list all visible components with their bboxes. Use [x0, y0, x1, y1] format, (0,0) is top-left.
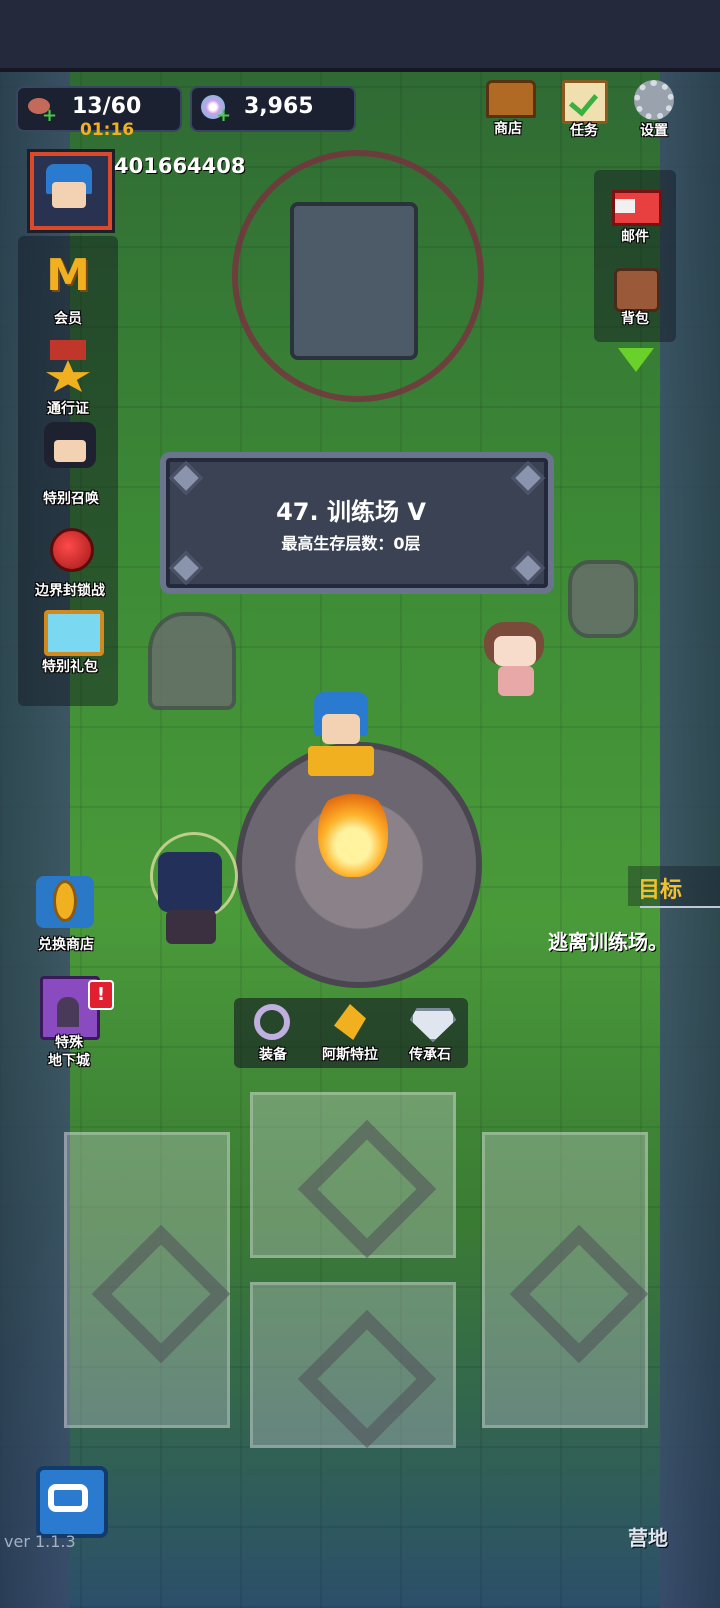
- pot-right: [568, 560, 638, 638]
- equipment-button[interactable]: 装备: [240, 1000, 306, 1066]
- vip-m-icon: M: [46, 250, 90, 301]
- shop-button[interactable]: 商店: [478, 76, 538, 142]
- gem-icon: +: [198, 92, 231, 125]
- swap-arrows-icon: [48, 1484, 88, 1512]
- camp-label[interactable]: 营地: [628, 1522, 668, 1551]
- vip-button[interactable]: M 会员: [24, 248, 112, 330]
- status-bar-area: [0, 0, 720, 72]
- player-avatar[interactable]: [30, 152, 112, 230]
- legacy-stone-label: 传承石: [409, 1047, 451, 1063]
- treasure-chest-icon: [486, 80, 536, 118]
- diamond-icon: [410, 1008, 456, 1042]
- stamina-value: 13/60: [72, 94, 142, 119]
- astra-star-icon: [334, 1004, 366, 1040]
- medal-ribbon-icon: [50, 340, 86, 360]
- mail-button[interactable]: 邮件: [600, 182, 670, 248]
- mail-icon: [612, 190, 662, 226]
- notification-badge-icon: !: [88, 980, 114, 1010]
- astra-button[interactable]: 阿斯特拉: [312, 1000, 388, 1066]
- settings-button[interactable]: 设置: [626, 76, 682, 142]
- special-pack-label: 特别礼包: [42, 659, 98, 675]
- backpack-icon: [614, 268, 660, 312]
- stamina-timer: 01:16: [80, 120, 135, 140]
- bonfire-icon: [318, 787, 388, 877]
- pot-left: [148, 612, 236, 710]
- level-banner: 47. 训练场 V 最高生存层数：0层: [160, 452, 554, 594]
- level-subtitle: 最高生存层数：0层: [281, 534, 421, 553]
- objective-header-panel: 目标: [628, 866, 720, 906]
- exchange-shop-button[interactable]: 兑换商店: [24, 870, 108, 958]
- ring-equipment-icon: [254, 1004, 290, 1040]
- border-blockade-button[interactable]: 边界封锁战: [20, 526, 120, 602]
- version-label: ver 1.1.3: [4, 1532, 76, 1551]
- legacy-stone-button[interactable]: 传承石: [396, 1000, 464, 1066]
- level-title: 47. 训练场 V: [276, 498, 426, 526]
- special-summon-button[interactable]: 特别召唤: [24, 420, 118, 508]
- bag-button[interactable]: 背包: [600, 264, 670, 330]
- equipment-label: 装备: [259, 1047, 287, 1063]
- dpad-left-button[interactable]: [64, 1132, 231, 1428]
- exchange-shop-label: 兑换商店: [38, 937, 94, 953]
- dpad-down-button[interactable]: [250, 1282, 456, 1449]
- mail-label: 邮件: [621, 229, 649, 245]
- quest-label: 任务: [570, 123, 598, 139]
- checklist-icon: [562, 80, 608, 124]
- gift-chest-icon: [44, 610, 104, 656]
- astra-label: 阿斯特拉: [322, 1047, 378, 1063]
- star-medal-icon: [46, 360, 90, 392]
- pass-button[interactable]: 通行证: [24, 336, 112, 418]
- coin-shop-icon: [36, 876, 94, 928]
- gear-icon: [634, 80, 674, 120]
- special-dungeon-label: 特殊 地下城: [48, 1035, 90, 1069]
- npc-girl-sprite[interactable]: [480, 602, 560, 702]
- portal-shrine: [290, 202, 418, 360]
- objective-header: 目标: [638, 878, 683, 903]
- objective-text: 逃离训练场。: [548, 930, 668, 954]
- gems-value: 3,965: [244, 94, 314, 119]
- red-orb-icon: [50, 528, 94, 572]
- border-blockade-label: 边界封锁战: [35, 583, 105, 599]
- bag-label: 背包: [621, 311, 649, 327]
- summon-character-icon: [44, 422, 96, 468]
- gems-panel[interactable]: + 3,965: [190, 86, 356, 132]
- switch-mode-button[interactable]: [36, 1466, 108, 1538]
- meat-icon: +: [24, 92, 57, 125]
- npc-cat-sprite[interactable]: [146, 832, 238, 952]
- special-pack-button[interactable]: 特别礼包: [24, 606, 116, 686]
- vip-label: 会员: [54, 311, 82, 327]
- objective-divider: [640, 906, 720, 908]
- shop-label: 商店: [494, 121, 522, 137]
- dpad-up-button[interactable]: [250, 1092, 456, 1259]
- hero-sprite[interactable]: [300, 692, 382, 782]
- settings-label: 设置: [640, 123, 668, 139]
- special-dungeon-button[interactable]: ! 特殊 地下城: [24, 970, 114, 1076]
- dpad-right-button[interactable]: [482, 1132, 649, 1428]
- quest-button[interactable]: 任务: [556, 76, 612, 142]
- player-id: 401664408: [114, 154, 246, 178]
- special-summon-label: 特别召唤: [43, 491, 99, 507]
- pass-label: 通行证: [47, 401, 89, 417]
